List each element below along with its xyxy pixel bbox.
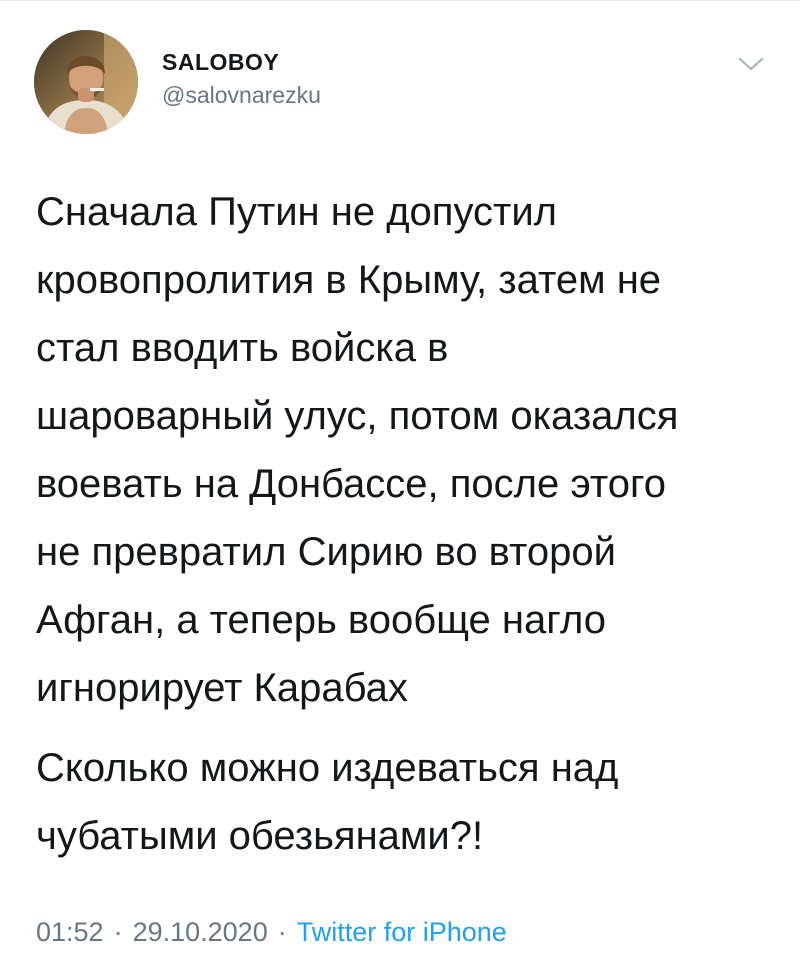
tweet-source-link[interactable]: Twitter for iPhone: [297, 917, 507, 947]
avatar-photo: [34, 30, 138, 134]
tweet-meta: 01:52 · 29.10.2020 · Twitter for iPhone: [36, 912, 507, 952]
tweet-author[interactable]: SALOBOY @salovnarezku: [162, 48, 321, 110]
author-handle[interactable]: @salovnarezku: [162, 80, 321, 110]
author-display-name[interactable]: SALOBOY: [162, 48, 321, 76]
chevron-down-icon[interactable]: [736, 54, 766, 74]
tweet-date[interactable]: 29.10.2020: [133, 917, 268, 947]
tweet-time[interactable]: 01:52: [36, 917, 104, 947]
tweet-paragraph: Сколько можно издеваться над чубатыми об…: [36, 746, 619, 858]
meta-separator: ·: [277, 917, 287, 947]
top-divider: [0, 0, 800, 1]
meta-separator: ·: [113, 917, 123, 947]
avatar[interactable]: [34, 30, 138, 134]
tweet-header: SALOBOY @salovnarezku: [34, 30, 774, 140]
tweet-paragraph: Сначала Путин не допустил кровопролития …: [36, 190, 679, 710]
tweet-text: Сначала Путин не допустил кровопролития …: [36, 178, 776, 870]
